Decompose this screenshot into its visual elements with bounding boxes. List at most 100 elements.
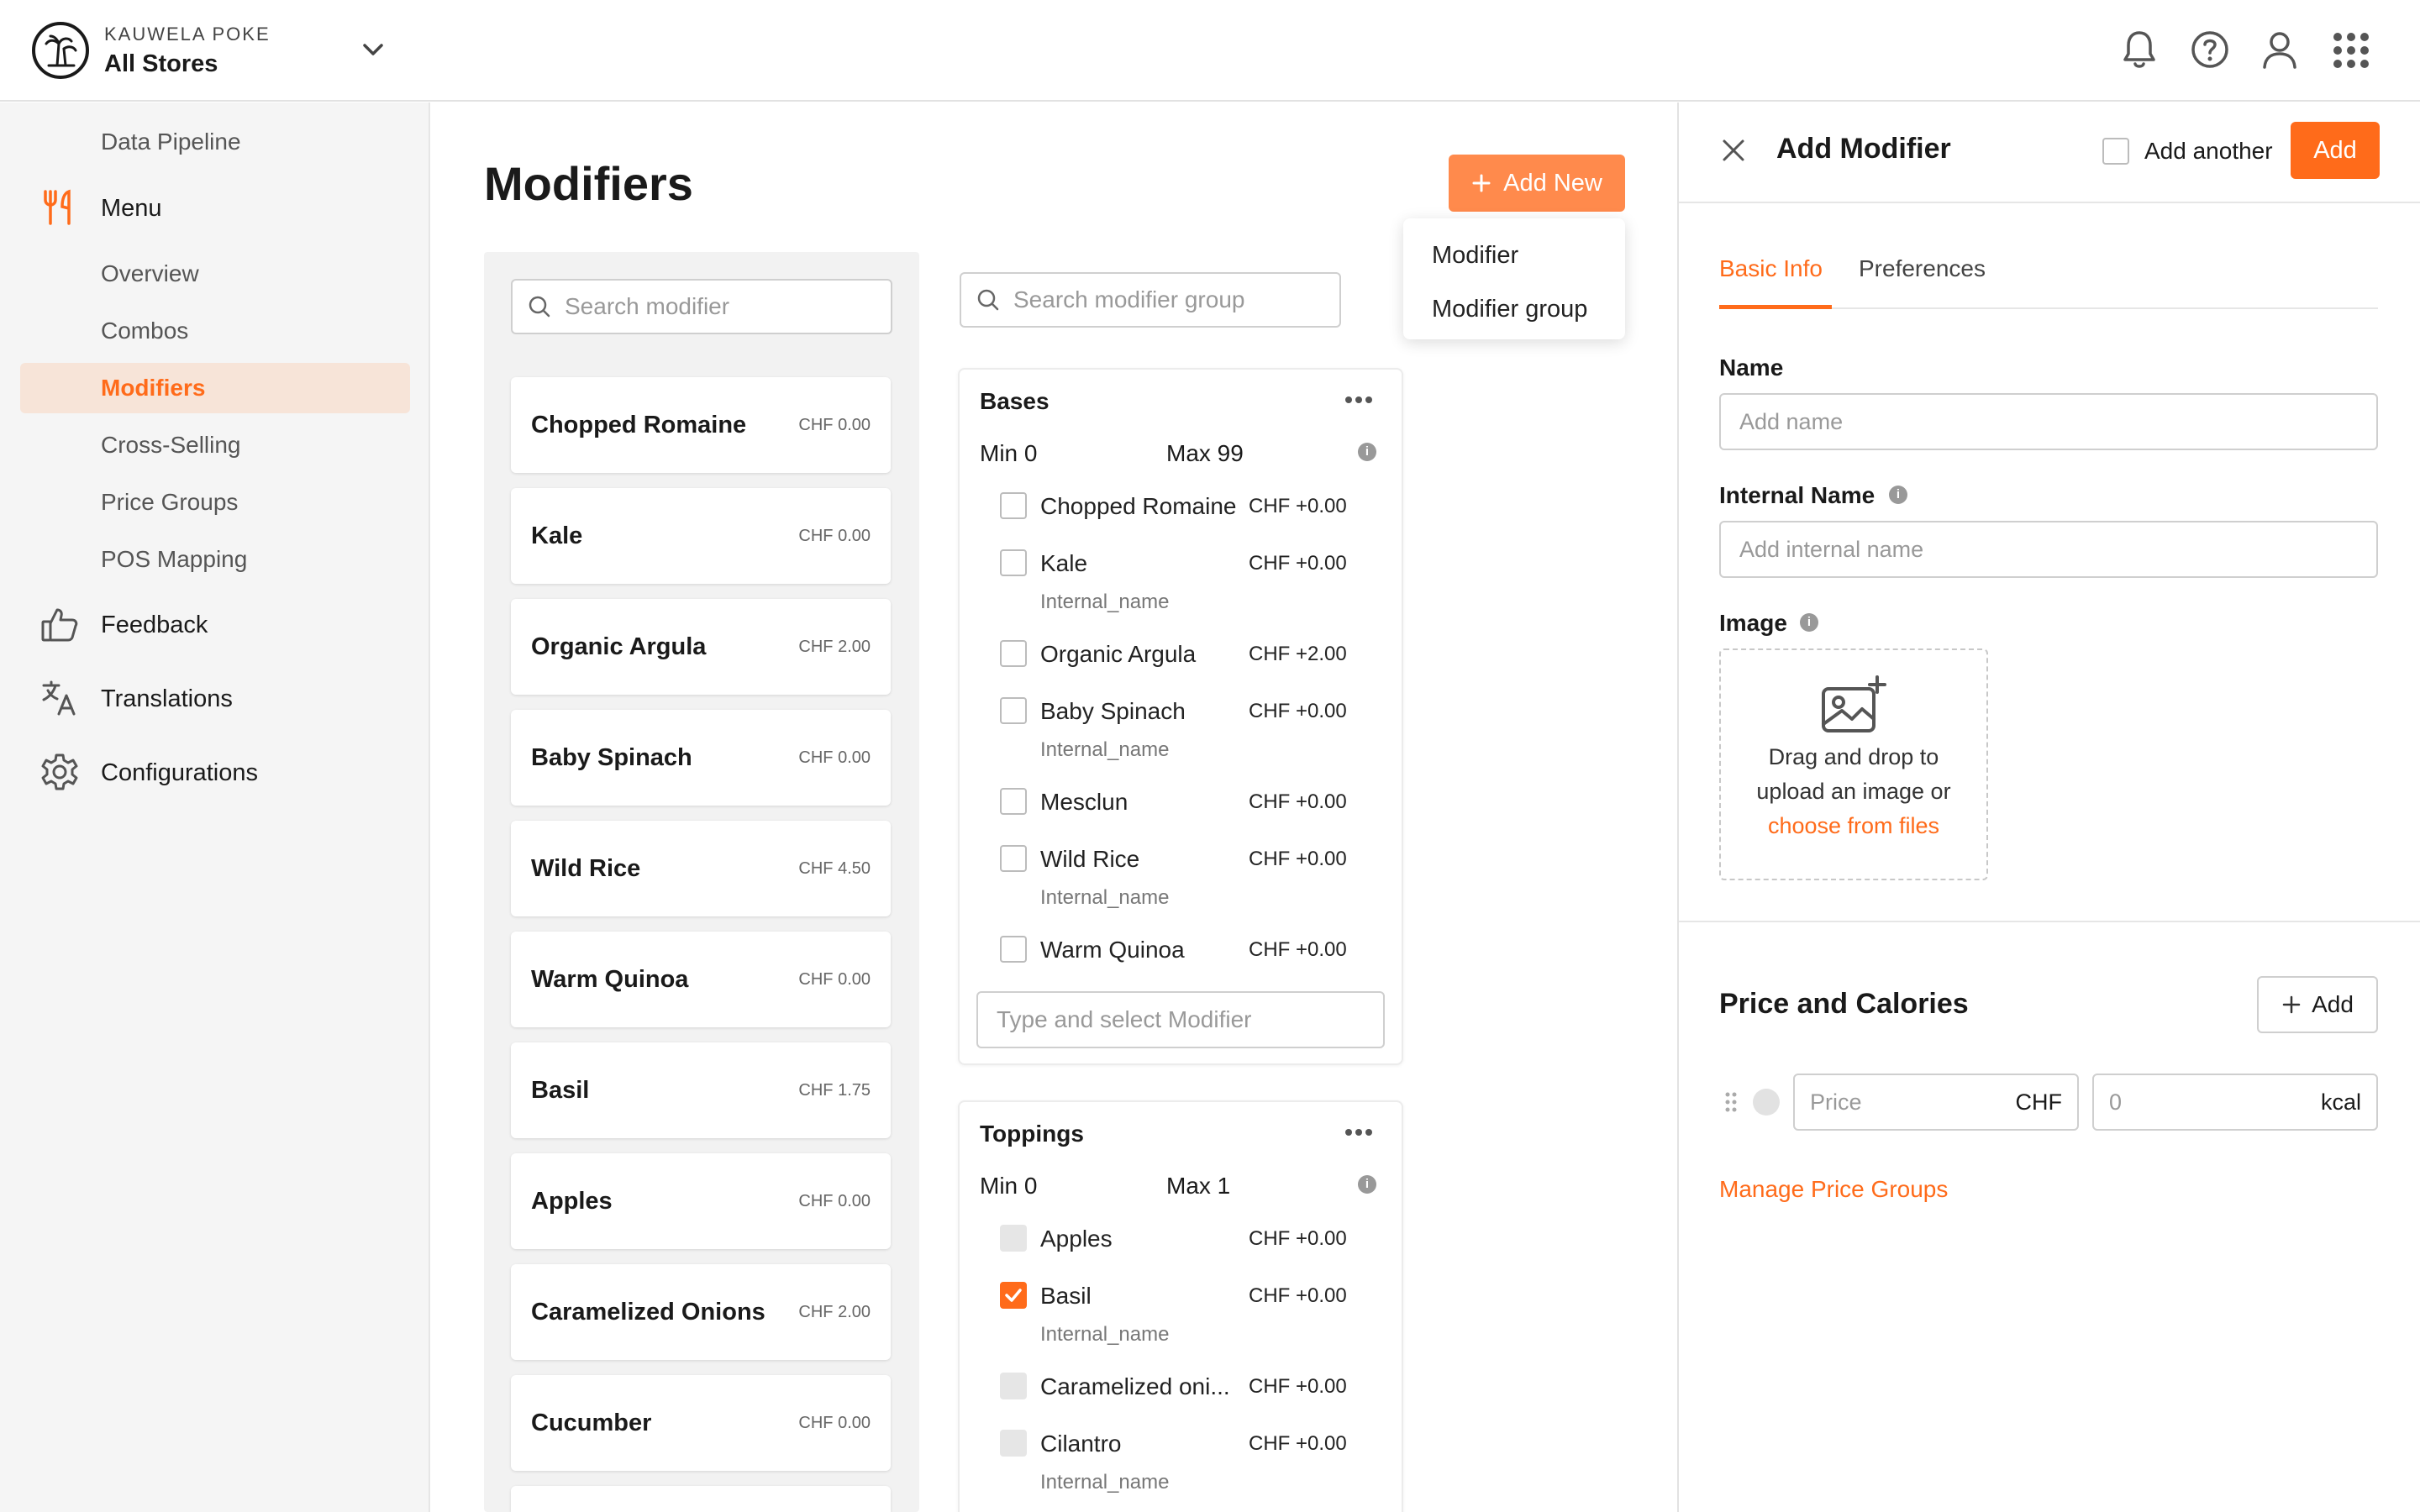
price-section-title: Price and Calories: [1719, 988, 1969, 1020]
sidebar-item-data-pipeline[interactable]: Data Pipeline: [101, 129, 241, 155]
modifier-card[interactable]: Apples CHF 0.00: [511, 1153, 891, 1249]
info-icon[interactable]: i: [1889, 486, 1907, 504]
group-item-price: CHF +0.00: [1249, 938, 1347, 961]
group-item-name: Baby Spinach: [1040, 698, 1186, 724]
info-icon[interactable]: i: [1358, 1175, 1376, 1194]
palm-logo-icon[interactable]: [32, 22, 89, 79]
user-icon[interactable]: [2260, 29, 2299, 71]
modifier-card[interactable]: Basil CHF 1.75: [511, 1042, 891, 1138]
add-another-checkbox[interactable]: [2102, 138, 2129, 165]
add-new-button[interactable]: Add New: [1449, 155, 1625, 212]
sidebar-item-pos-mapping[interactable]: POS Mapping: [101, 546, 247, 573]
modifier-checkbox-checked[interactable]: [1000, 1282, 1027, 1309]
apps-grid-icon[interactable]: [2333, 32, 2370, 69]
add-button[interactable]: Add: [2291, 122, 2380, 179]
group-item-price: CHF +0.00: [1249, 700, 1347, 722]
sidebar-item-combos[interactable]: Combos: [101, 318, 188, 344]
add-price-label: Add: [2312, 991, 2354, 1017]
group-item-internal-name: Internal_name: [1040, 1323, 1170, 1346]
group-title: Toppings: [980, 1121, 1084, 1147]
sidebar: [0, 102, 430, 1512]
modifier-checkbox-disabled[interactable]: [1000, 1430, 1027, 1457]
sidebar-item-translations[interactable]: Translations: [101, 685, 233, 713]
modifier-card[interactable]: Wild Rice CHF 4.50: [511, 821, 891, 916]
modifier-card[interactable]: Baby Spinach CHF 0.00: [511, 710, 891, 806]
group-item-price: CHF +0.00: [1249, 790, 1347, 813]
add-price-button[interactable]: Add: [2257, 976, 2378, 1033]
kcal-placeholder: 0: [2109, 1089, 2123, 1115]
search-icon: [528, 295, 551, 318]
sidebar-active-highlight: [20, 363, 410, 413]
search-modifier-group-input[interactable]: Search modifier group: [960, 272, 1341, 328]
search-modifier-input[interactable]: Search modifier: [511, 279, 892, 334]
group-max: Max 1: [1166, 1173, 1231, 1199]
modifier-checkbox[interactable]: [1000, 788, 1027, 815]
modifier-card-partial[interactable]: [511, 1486, 891, 1512]
more-options-icon[interactable]: [1344, 395, 1373, 405]
group-item-price: CHF +0.00: [1249, 1284, 1347, 1307]
sidebar-item-feedback[interactable]: Feedback: [101, 612, 208, 639]
chevron-down-icon[interactable]: [358, 39, 388, 62]
close-icon[interactable]: [1721, 138, 1746, 163]
modifier-price: CHF 0.00: [798, 526, 871, 545]
check-icon: [1005, 1289, 1022, 1302]
bell-icon[interactable]: [2121, 29, 2158, 71]
brand-name: KAUWELA POKE: [104, 24, 271, 45]
name-input[interactable]: Add name: [1719, 393, 2378, 450]
info-icon[interactable]: i: [1358, 443, 1376, 461]
modifier-card[interactable]: Caramelized Onions CHF 2.00: [511, 1264, 891, 1360]
tab-basic-info[interactable]: Basic Info: [1719, 255, 1823, 282]
internal-name-input[interactable]: Add internal name: [1719, 521, 2378, 578]
info-icon[interactable]: i: [1800, 613, 1818, 632]
modifier-checkbox[interactable]: [1000, 936, 1027, 963]
modifier-checkbox[interactable]: [1000, 492, 1027, 519]
group-item-price: CHF +0.00: [1249, 495, 1347, 517]
image-dropzone[interactable]: Drag and drop to upload an image or choo…: [1719, 648, 1988, 880]
group-item-price: CHF +0.00: [1249, 1375, 1347, 1398]
modifier-card[interactable]: Cucumber CHF 0.00: [511, 1375, 891, 1471]
price-input[interactable]: Price CHF: [1793, 1074, 2079, 1131]
internal-name-label: Internal Name: [1719, 482, 1876, 508]
sidebar-item-configurations[interactable]: Configurations: [101, 759, 258, 787]
type-select-modifier-input[interactable]: Type and select Modifier: [976, 991, 1385, 1048]
sidebar-item-overview[interactable]: Overview: [101, 260, 199, 287]
group-item-name: Kale: [1040, 550, 1088, 576]
sidebar-item-modifiers[interactable]: Modifiers: [101, 375, 205, 402]
modifier-price: CHF 0.00: [798, 748, 871, 767]
tab-preferences[interactable]: Preferences: [1859, 255, 1986, 282]
more-options-icon[interactable]: [1344, 1127, 1373, 1137]
modifier-checkbox[interactable]: [1000, 640, 1027, 667]
price-group-color-dot[interactable]: [1753, 1089, 1780, 1116]
sidebar-item-menu[interactable]: Menu: [101, 195, 162, 223]
drag-handle-icon[interactable]: [1724, 1090, 1738, 1114]
modifier-name: Kale: [531, 522, 583, 549]
modifier-card[interactable]: Organic Argula CHF 2.00: [511, 599, 891, 695]
kcal-input[interactable]: 0 kcal: [2092, 1074, 2378, 1131]
sidebar-item-cross-selling[interactable]: Cross-Selling: [101, 432, 241, 459]
modifier-checkbox[interactable]: [1000, 845, 1027, 872]
modifier-card[interactable]: Chopped Romaine CHF 0.00: [511, 377, 891, 473]
manage-price-groups-link[interactable]: Manage Price Groups: [1719, 1176, 1948, 1203]
store-selector-label[interactable]: All Stores: [104, 50, 218, 78]
modifier-checkbox-disabled[interactable]: [1000, 1373, 1027, 1399]
menu-item-modifier[interactable]: Modifier: [1403, 228, 1625, 282]
modifier-name: Basil: [531, 1076, 590, 1104]
modifier-card[interactable]: Warm Quinoa CHF 0.00: [511, 932, 891, 1027]
modifier-checkbox-disabled[interactable]: [1000, 1225, 1027, 1252]
modifier-checkbox[interactable]: [1000, 549, 1027, 576]
choose-files-link[interactable]: choose from files: [1721, 813, 1986, 839]
modifier-checkbox[interactable]: [1000, 697, 1027, 724]
menu-item-modifier-group[interactable]: Modifier group: [1403, 282, 1625, 336]
modifier-price: CHF 2.00: [798, 637, 871, 656]
modifier-name: Baby Spinach: [531, 743, 692, 771]
active-tab-indicator: [1719, 305, 1832, 309]
sidebar-item-price-groups[interactable]: Price Groups: [101, 489, 238, 516]
group-item-price: CHF +2.00: [1249, 643, 1347, 665]
modifier-price: CHF 1.75: [798, 1080, 871, 1100]
group-title: Bases: [980, 388, 1050, 414]
group-item-name: Basil: [1040, 1283, 1092, 1309]
modifier-name: Caramelized Onions: [531, 1298, 765, 1326]
help-icon[interactable]: [2190, 29, 2230, 71]
dropzone-text-1: Drag and drop to: [1768, 744, 1939, 769]
modifier-card[interactable]: Kale CHF 0.00: [511, 488, 891, 584]
